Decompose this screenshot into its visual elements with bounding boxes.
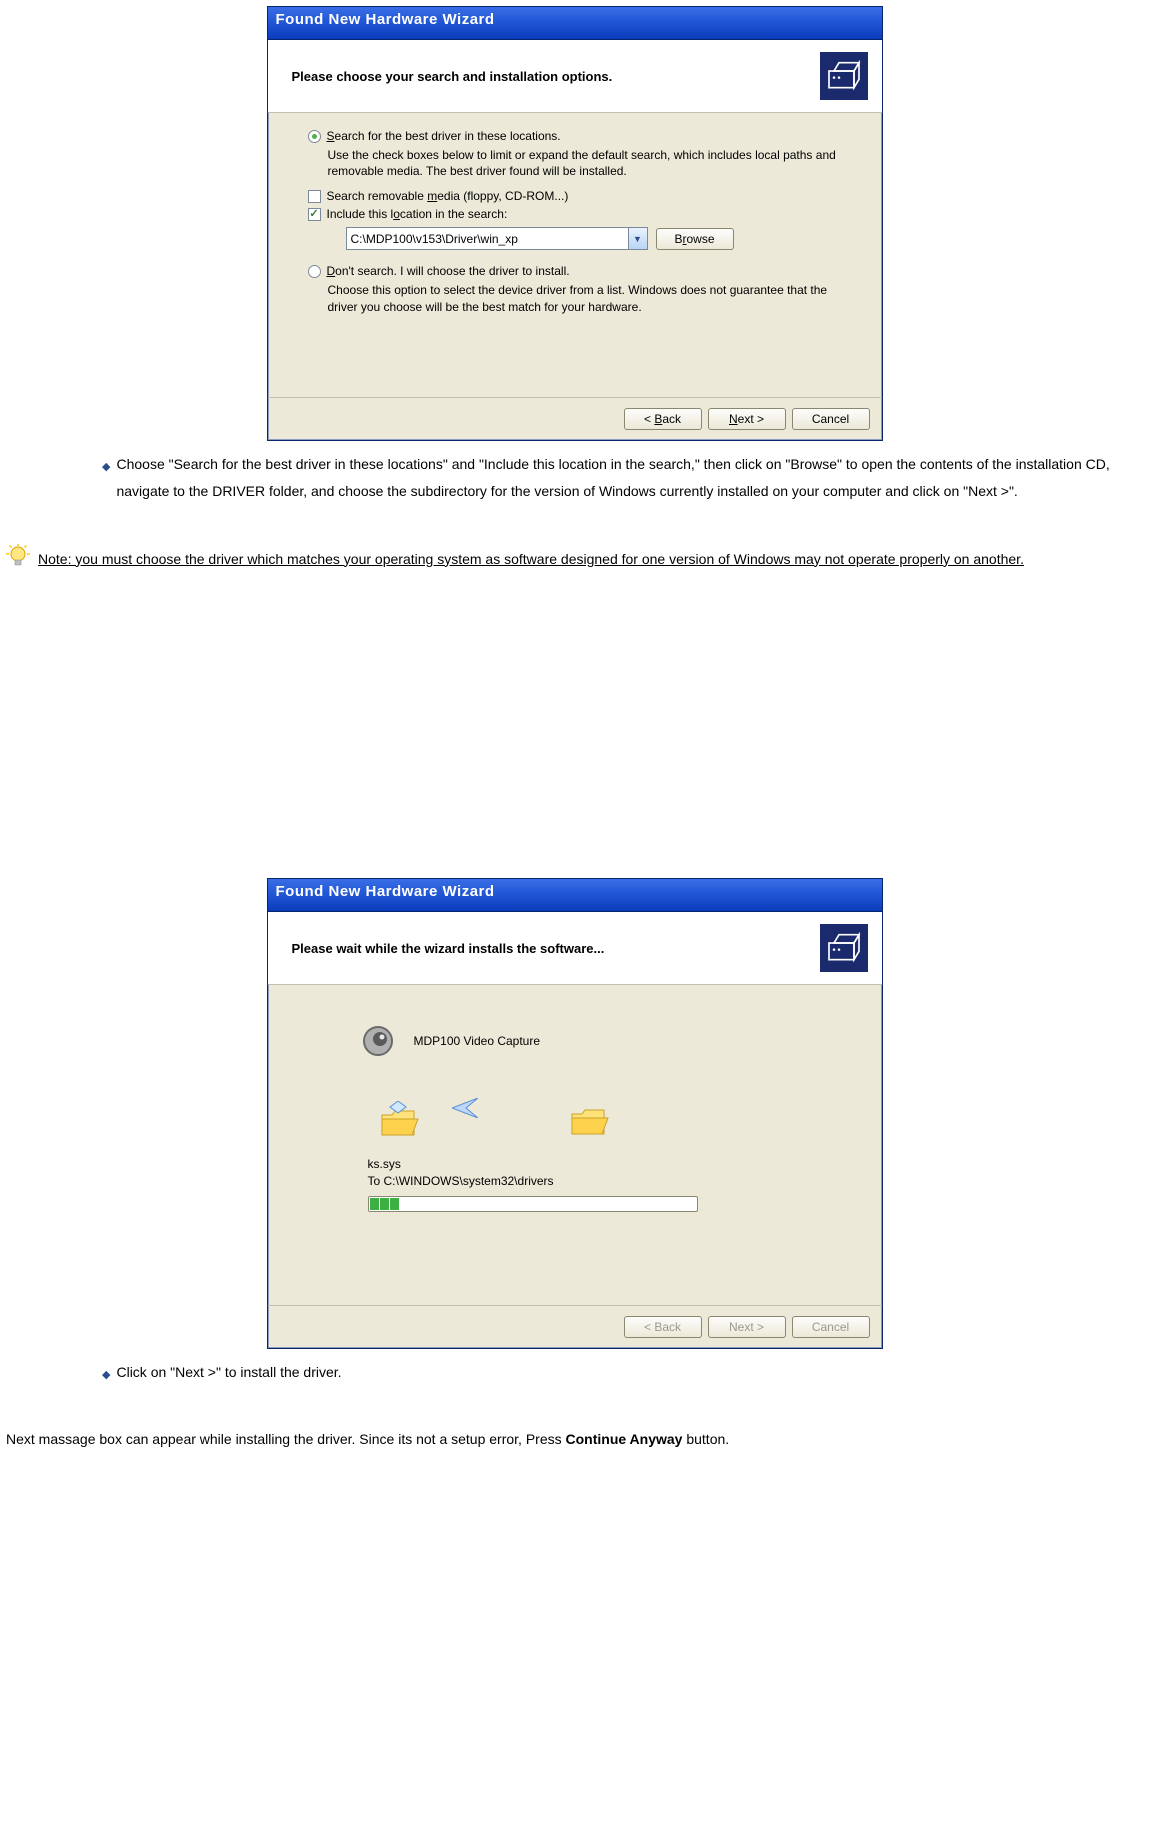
text-post: button. <box>682 1431 729 1447</box>
progress-bar <box>368 1196 698 1212</box>
note-text: Note: you must choose the driver which m… <box>38 546 1024 573</box>
radio-dont-label: Don't search. I will choose the driver t… <box>327 264 570 278</box>
progress-chunk <box>380 1198 389 1210</box>
next-button: Next > <box>708 1316 786 1338</box>
radio-dont-search[interactable]: Don't search. I will choose the driver t… <box>308 264 860 278</box>
wizard-window-installing: Found New Hardware Wizard Please wait wh… <box>267 878 883 1349</box>
wizard-header: Please wait while the wizard installs th… <box>268 912 882 985</box>
wizard-header-text: Please wait while the wizard installs th… <box>292 941 605 956</box>
instruction-text: Choose "Search for the best driver in th… <box>116 451 1141 504</box>
back-button[interactable]: < Back <box>624 408 702 430</box>
radio-icon <box>308 265 321 278</box>
checkbox-include-label: Include this location in the search: <box>327 207 508 221</box>
wizard-footer: < Back Next > Cancel <box>268 1305 882 1348</box>
checkbox-removable-label: Search removable media (floppy, CD-ROM..… <box>327 189 569 203</box>
checkbox-icon <box>308 190 321 203</box>
progress-chunk <box>370 1198 379 1210</box>
diamond-bullet-icon: ◆ <box>102 1365 110 1386</box>
titlebar: Found New Hardware Wizard <box>268 7 882 40</box>
file-destination: To C:\WINDOWS\system32\drivers <box>368 1173 860 1190</box>
instruction-paragraph-1: ◆ Choose "Search for the best driver in … <box>0 451 1149 504</box>
wizard-header: Please choose your search and installati… <box>268 40 882 113</box>
instruction-text: Click on "Next >" to install the driver. <box>116 1359 341 1386</box>
titlebar: Found New Hardware Wizard <box>268 879 882 912</box>
path-input[interactable] <box>347 228 628 249</box>
path-row: ▼ Browse <box>346 227 860 250</box>
file-copy-status: ks.sys To C:\WINDOWS\system32\drivers <box>368 1156 860 1190</box>
text-pre: Next massage box can appear while instal… <box>6 1431 566 1447</box>
checkbox-icon <box>308 208 321 221</box>
wizard-footer: < Back Next > Cancel <box>268 397 882 440</box>
browse-button[interactable]: Browse <box>656 228 734 250</box>
note-block: Note: you must choose the driver which m… <box>6 544 1149 572</box>
next-button[interactable]: Next > <box>708 408 786 430</box>
instruction-paragraph-3: Next massage box can appear while instal… <box>6 1426 1149 1453</box>
instruction-paragraph-2: ◆ Click on "Next >" to install the drive… <box>0 1359 1149 1386</box>
speaker-icon <box>358 1021 398 1061</box>
paper-plane-icon <box>452 1098 480 1121</box>
back-button: < Back <box>624 1316 702 1338</box>
cancel-button[interactable]: Cancel <box>792 408 870 430</box>
dont-search-desc: Choose this option to select the device … <box>328 282 860 314</box>
device-install-icon <box>820 924 868 972</box>
window-title: Found New Hardware Wizard <box>276 883 495 900</box>
cancel-button: Cancel <box>792 1316 870 1338</box>
device-name: MDP100 Video Capture <box>414 1034 541 1048</box>
checkbox-include-location[interactable]: Include this location in the search: <box>308 207 860 221</box>
device-install-icon <box>820 52 868 100</box>
diamond-bullet-icon: ◆ <box>102 457 110 478</box>
text-bold: Continue Anyway <box>566 1431 683 1447</box>
radio-icon <box>308 130 321 143</box>
window-title: Found New Hardware Wizard <box>276 11 495 28</box>
folder-source-icon <box>378 1101 422 1144</box>
copy-animation-row <box>378 1101 860 1144</box>
path-combo[interactable]: ▼ <box>346 227 648 250</box>
wizard-body: Search for the best driver in these loca… <box>268 113 882 397</box>
radio-search-label: Search for the best driver in these loca… <box>327 129 561 143</box>
folder-dest-icon <box>570 1104 610 1141</box>
checkbox-removable-media[interactable]: Search removable media (floppy, CD-ROM..… <box>308 189 860 203</box>
wizard-header-text: Please choose your search and installati… <box>292 69 613 84</box>
file-name: ks.sys <box>368 1156 860 1173</box>
wizard-window-search-options: Found New Hardware Wizard Please choose … <box>267 6 883 441</box>
device-row: MDP100 Video Capture <box>358 1021 860 1061</box>
radio-search-best[interactable]: Search for the best driver in these loca… <box>308 129 860 143</box>
progress-chunk <box>390 1198 399 1210</box>
search-desc: Use the check boxes below to limit or ex… <box>328 147 860 179</box>
wizard-body: MDP100 Video Capture <box>268 985 882 1305</box>
chevron-down-icon[interactable]: ▼ <box>628 228 647 249</box>
lightbulb-icon <box>6 544 30 572</box>
